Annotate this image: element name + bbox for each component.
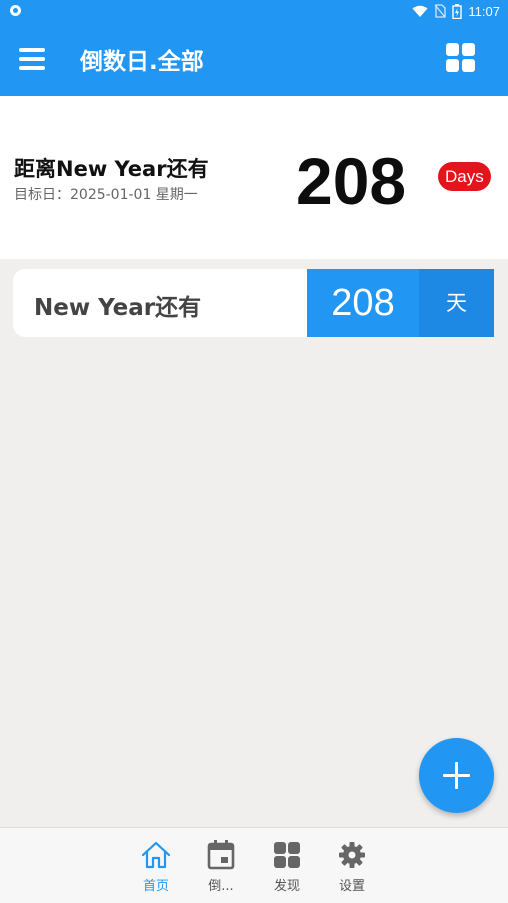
grid-icon — [274, 842, 300, 868]
grid-view-button[interactable] — [446, 43, 476, 73]
days-badge: Days — [438, 162, 491, 191]
event-days-count: 208 — [307, 269, 419, 337]
menu-icon-line — [19, 66, 45, 70]
plus-icon-vertical — [455, 762, 458, 789]
nav-label-home: 首页 — [142, 879, 169, 894]
status-bar: 11:07 — [0, 0, 508, 22]
menu-icon-line — [19, 48, 45, 52]
bottom-navigation: 首页 倒... 发现 设置 — [0, 827, 508, 903]
nav-label-discover: 发现 — [273, 879, 300, 894]
notification-icon — [10, 5, 21, 16]
nav-item-discover[interactable]: 发现 — [262, 838, 312, 898]
nav-label-countdown: 倒... — [208, 879, 234, 894]
calendar-icon — [207, 840, 235, 870]
featured-days-count: 208 — [296, 144, 407, 218]
event-days-unit: 天 — [419, 269, 494, 337]
no-sim-icon — [434, 4, 447, 18]
app-bar: 倒数日.全部 — [0, 22, 508, 96]
gear-icon — [339, 842, 365, 868]
menu-button[interactable] — [19, 45, 47, 73]
featured-event-title: 距离New Year还有 — [14, 157, 209, 181]
battery-icon — [452, 3, 463, 19]
nav-label-settings: 设置 — [338, 879, 365, 894]
page-title: 倒数日.全部 — [80, 49, 204, 75]
status-bar-right: 11:07 — [412, 3, 500, 19]
featured-target-date: 目标日：2025-01-01 星期一 — [14, 187, 198, 203]
nav-item-home[interactable]: 首页 — [131, 838, 181, 898]
event-title: New Year还有 — [34, 295, 202, 321]
status-time: 11:07 — [468, 3, 500, 19]
featured-countdown-card[interactable]: 距离New Year还有 目标日：2025-01-01 星期一 208 Days — [0, 96, 508, 259]
nav-item-settings[interactable]: 设置 — [327, 838, 377, 898]
menu-icon-line — [19, 57, 45, 61]
add-event-button[interactable] — [419, 738, 494, 813]
wifi-icon — [412, 5, 428, 17]
nav-item-countdown[interactable]: 倒... — [196, 838, 246, 898]
home-icon — [141, 841, 171, 869]
list-item[interactable]: New Year还有 208 天 — [13, 269, 494, 337]
